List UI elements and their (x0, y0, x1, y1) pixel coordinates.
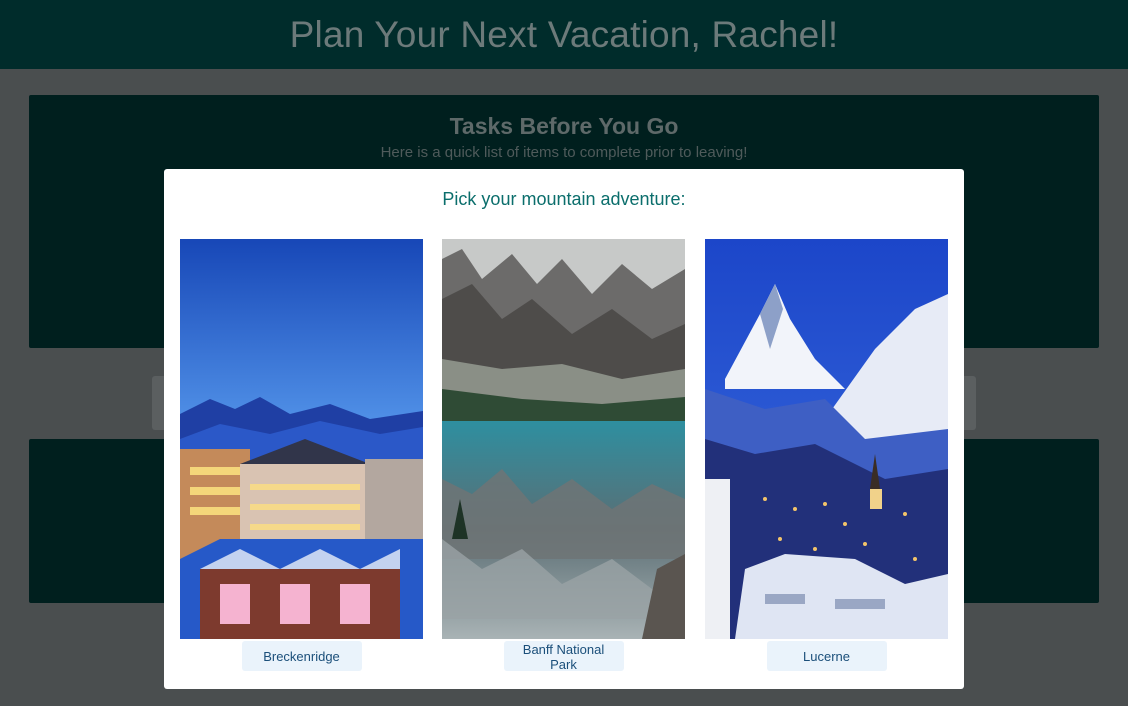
tasks-subtitle: Here is a quick list of items to complet… (380, 144, 748, 161)
lucerne-photo[interactable] (705, 239, 948, 639)
destination-option-banff: Banff National Park (442, 239, 685, 672)
lucerne-button[interactable]: Lucerne (766, 641, 887, 671)
modal-title: Pick your mountain adventure: (442, 189, 686, 209)
destination-modal: Pick your mountain adventure: Breckenrid… (164, 169, 964, 689)
page-title: Plan Your Next Vacation, Rachel! (289, 13, 839, 55)
banff-button[interactable]: Banff National Park (503, 641, 624, 672)
ski-town-night-image (180, 239, 423, 639)
destination-option-breckenridge: Breckenridge (180, 239, 423, 671)
page-header: Plan Your Next Vacation, Rachel! (0, 0, 1128, 69)
breckenridge-photo[interactable] (180, 239, 423, 639)
breckenridge-button[interactable]: Breckenridge (241, 641, 362, 671)
tasks-title: Tasks Before You Go (449, 113, 679, 139)
banff-photo[interactable] (442, 239, 685, 639)
destination-option-lucerne: Lucerne (705, 239, 948, 671)
alpine-village-image (705, 239, 948, 639)
mountain-lake-image (442, 239, 685, 639)
